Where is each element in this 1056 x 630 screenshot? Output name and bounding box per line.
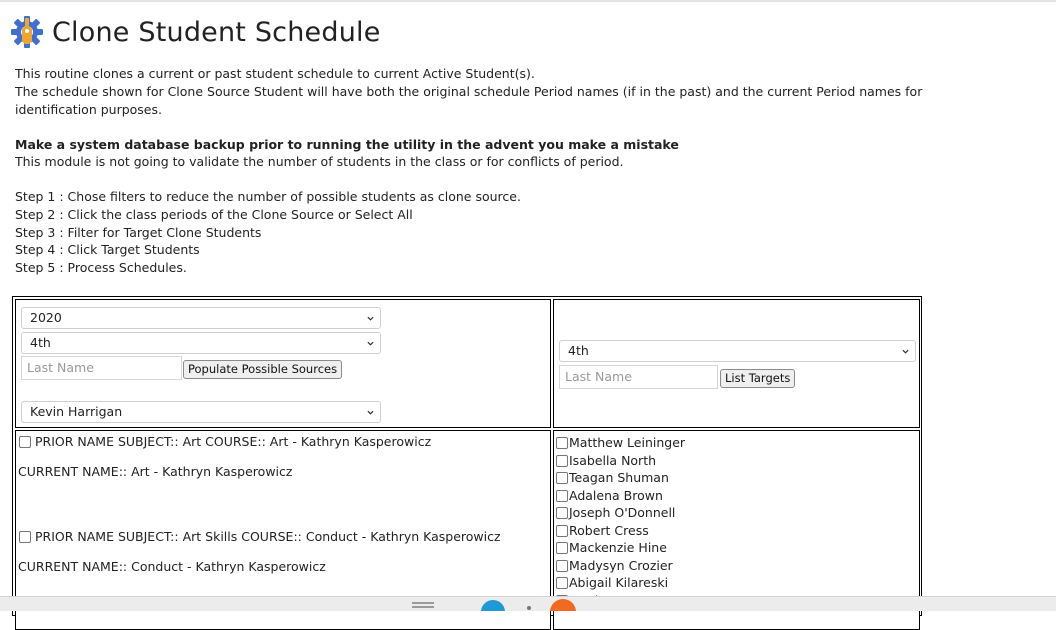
gear-wrench-icon	[11, 16, 43, 48]
target-checkbox[interactable]	[556, 489, 568, 502]
target-student-name: Adalena Brown	[569, 487, 663, 503]
taskbar	[0, 596, 1056, 611]
step-2: Step 2 : Click the class periods of the …	[15, 207, 413, 222]
target-checkbox[interactable]	[556, 542, 568, 554]
backup-warning: Make a system database backup prior to r…	[15, 137, 679, 152]
dot-icon	[527, 606, 531, 610]
target-checkbox[interactable]	[556, 577, 568, 589]
chevron-down-icon	[367, 316, 374, 321]
source-student-select[interactable]: Kevin Harrigan	[21, 401, 381, 423]
source-last-name-input[interactable]: Last Name	[21, 356, 182, 380]
target-last-name-placeholder: Last Name	[565, 369, 632, 384]
target-student-item[interactable]: Robert Cress	[556, 522, 685, 540]
target-grade-value: 4th	[568, 343, 589, 358]
source-filter-cell: 2020 4th Last Name Populate Possible Sou…	[15, 299, 551, 428]
target-checkbox[interactable]	[556, 507, 568, 519]
target-checkbox[interactable]	[556, 472, 568, 484]
target-student-item[interactable]: Abigail Kilareski	[556, 574, 685, 592]
source-student-value: Kevin Harrigan	[30, 404, 123, 419]
target-student-item[interactable]: Mackenzie Hine	[556, 539, 685, 557]
target-student-name: Isabella North	[569, 452, 657, 468]
target-grade-select[interactable]: 4th	[559, 340, 916, 362]
step-3: Step 3 : Filter for Target Clone Student…	[15, 225, 262, 240]
populate-sources-button[interactable]: Populate Possible Sources	[183, 360, 343, 379]
course-prior-name: PRIOR NAME SUBJECT:: Art Skills COURSE::…	[34, 529, 501, 544]
course-item[interactable]: PRIOR NAME SUBJECT:: Art COURSE:: Art - …	[19, 434, 431, 450]
course-item[interactable]: PRIOR NAME SUBJECT:: Art Skills COURSE::…	[19, 529, 501, 545]
target-student-name: Matthew Leininger	[569, 435, 686, 450]
chevron-down-icon	[902, 349, 909, 354]
grade-select[interactable]: 4th	[21, 332, 381, 354]
course-prior-name: PRIOR NAME SUBJECT:: Art COURSE:: Art - …	[34, 434, 432, 449]
course-current-name: CURRENT NAME:: Conduct - Kathryn Kaspero…	[18, 559, 326, 574]
page-header: Clone Student Schedule	[10, 14, 381, 50]
target-checkbox[interactable]	[556, 437, 568, 449]
target-student-name: Mackenzie Hine	[569, 540, 667, 555]
source-last-name-placeholder: Last Name	[27, 360, 94, 375]
target-student-name: Teagan Shuman	[569, 470, 669, 485]
target-student-name: Joseph O'Donnell	[569, 505, 676, 520]
intro-line-2: The schedule shown for Clone Source Stud…	[15, 84, 923, 99]
validation-note: This module is not going to validate the…	[15, 154, 624, 169]
target-student-name: Robert Cress	[569, 522, 649, 538]
chevron-down-icon	[367, 410, 374, 415]
target-student-item[interactable]: Isabella North	[556, 452, 685, 470]
intro-line-3: identification purposes.	[15, 102, 162, 117]
target-student-item[interactable]: Teagan Shuman	[556, 469, 685, 487]
target-student-item[interactable]: Matthew Leininger	[556, 434, 685, 452]
step-5: Step 5 : Process Schedules.	[15, 260, 187, 275]
course-current-name: CURRENT NAME:: Art - Kathryn Kasperowicz	[18, 464, 293, 479]
target-student-item[interactable]: Adalena Brown	[556, 487, 685, 505]
target-filter-cell: 4th Last Name List Targets	[553, 299, 920, 428]
year-select[interactable]: 2020	[21, 307, 381, 329]
target-checkbox[interactable]	[556, 454, 568, 467]
target-student-name: Abigail Kilareski	[569, 575, 669, 590]
top-border	[0, 0, 1056, 2]
step-1: Step 1 : Chose filters to reduce the num…	[15, 189, 521, 204]
year-select-value: 2020	[30, 310, 62, 325]
firefox-icon[interactable]	[549, 598, 577, 611]
help-icon[interactable]	[480, 599, 506, 611]
course-checkbox[interactable]	[19, 531, 31, 543]
target-student-item[interactable]: Madysyn Crozier	[556, 557, 685, 575]
target-student-name: Madysyn Crozier	[569, 557, 673, 573]
course-checkbox[interactable]	[19, 436, 31, 448]
grade-select-value: 4th	[30, 335, 51, 350]
clone-table: 2020 4th Last Name Populate Possible Sou…	[12, 296, 922, 630]
target-last-name-input[interactable]: Last Name	[559, 365, 718, 389]
target-student-item[interactable]: Joseph O'Donnell	[556, 504, 685, 522]
target-student-list: Matthew Leininger Isabella North Teagan …	[556, 434, 685, 609]
step-4: Step 4 : Click Target Students	[15, 242, 200, 257]
page-title: Clone Student Schedule	[52, 16, 381, 48]
intro-line-1: This routine clones a current or past st…	[15, 66, 535, 81]
list-targets-button[interactable]: List Targets	[720, 369, 796, 388]
menu-icon[interactable]	[412, 600, 434, 610]
chevron-down-icon	[367, 341, 374, 346]
target-checkbox[interactable]	[556, 559, 568, 572]
target-checkbox[interactable]	[556, 524, 568, 537]
